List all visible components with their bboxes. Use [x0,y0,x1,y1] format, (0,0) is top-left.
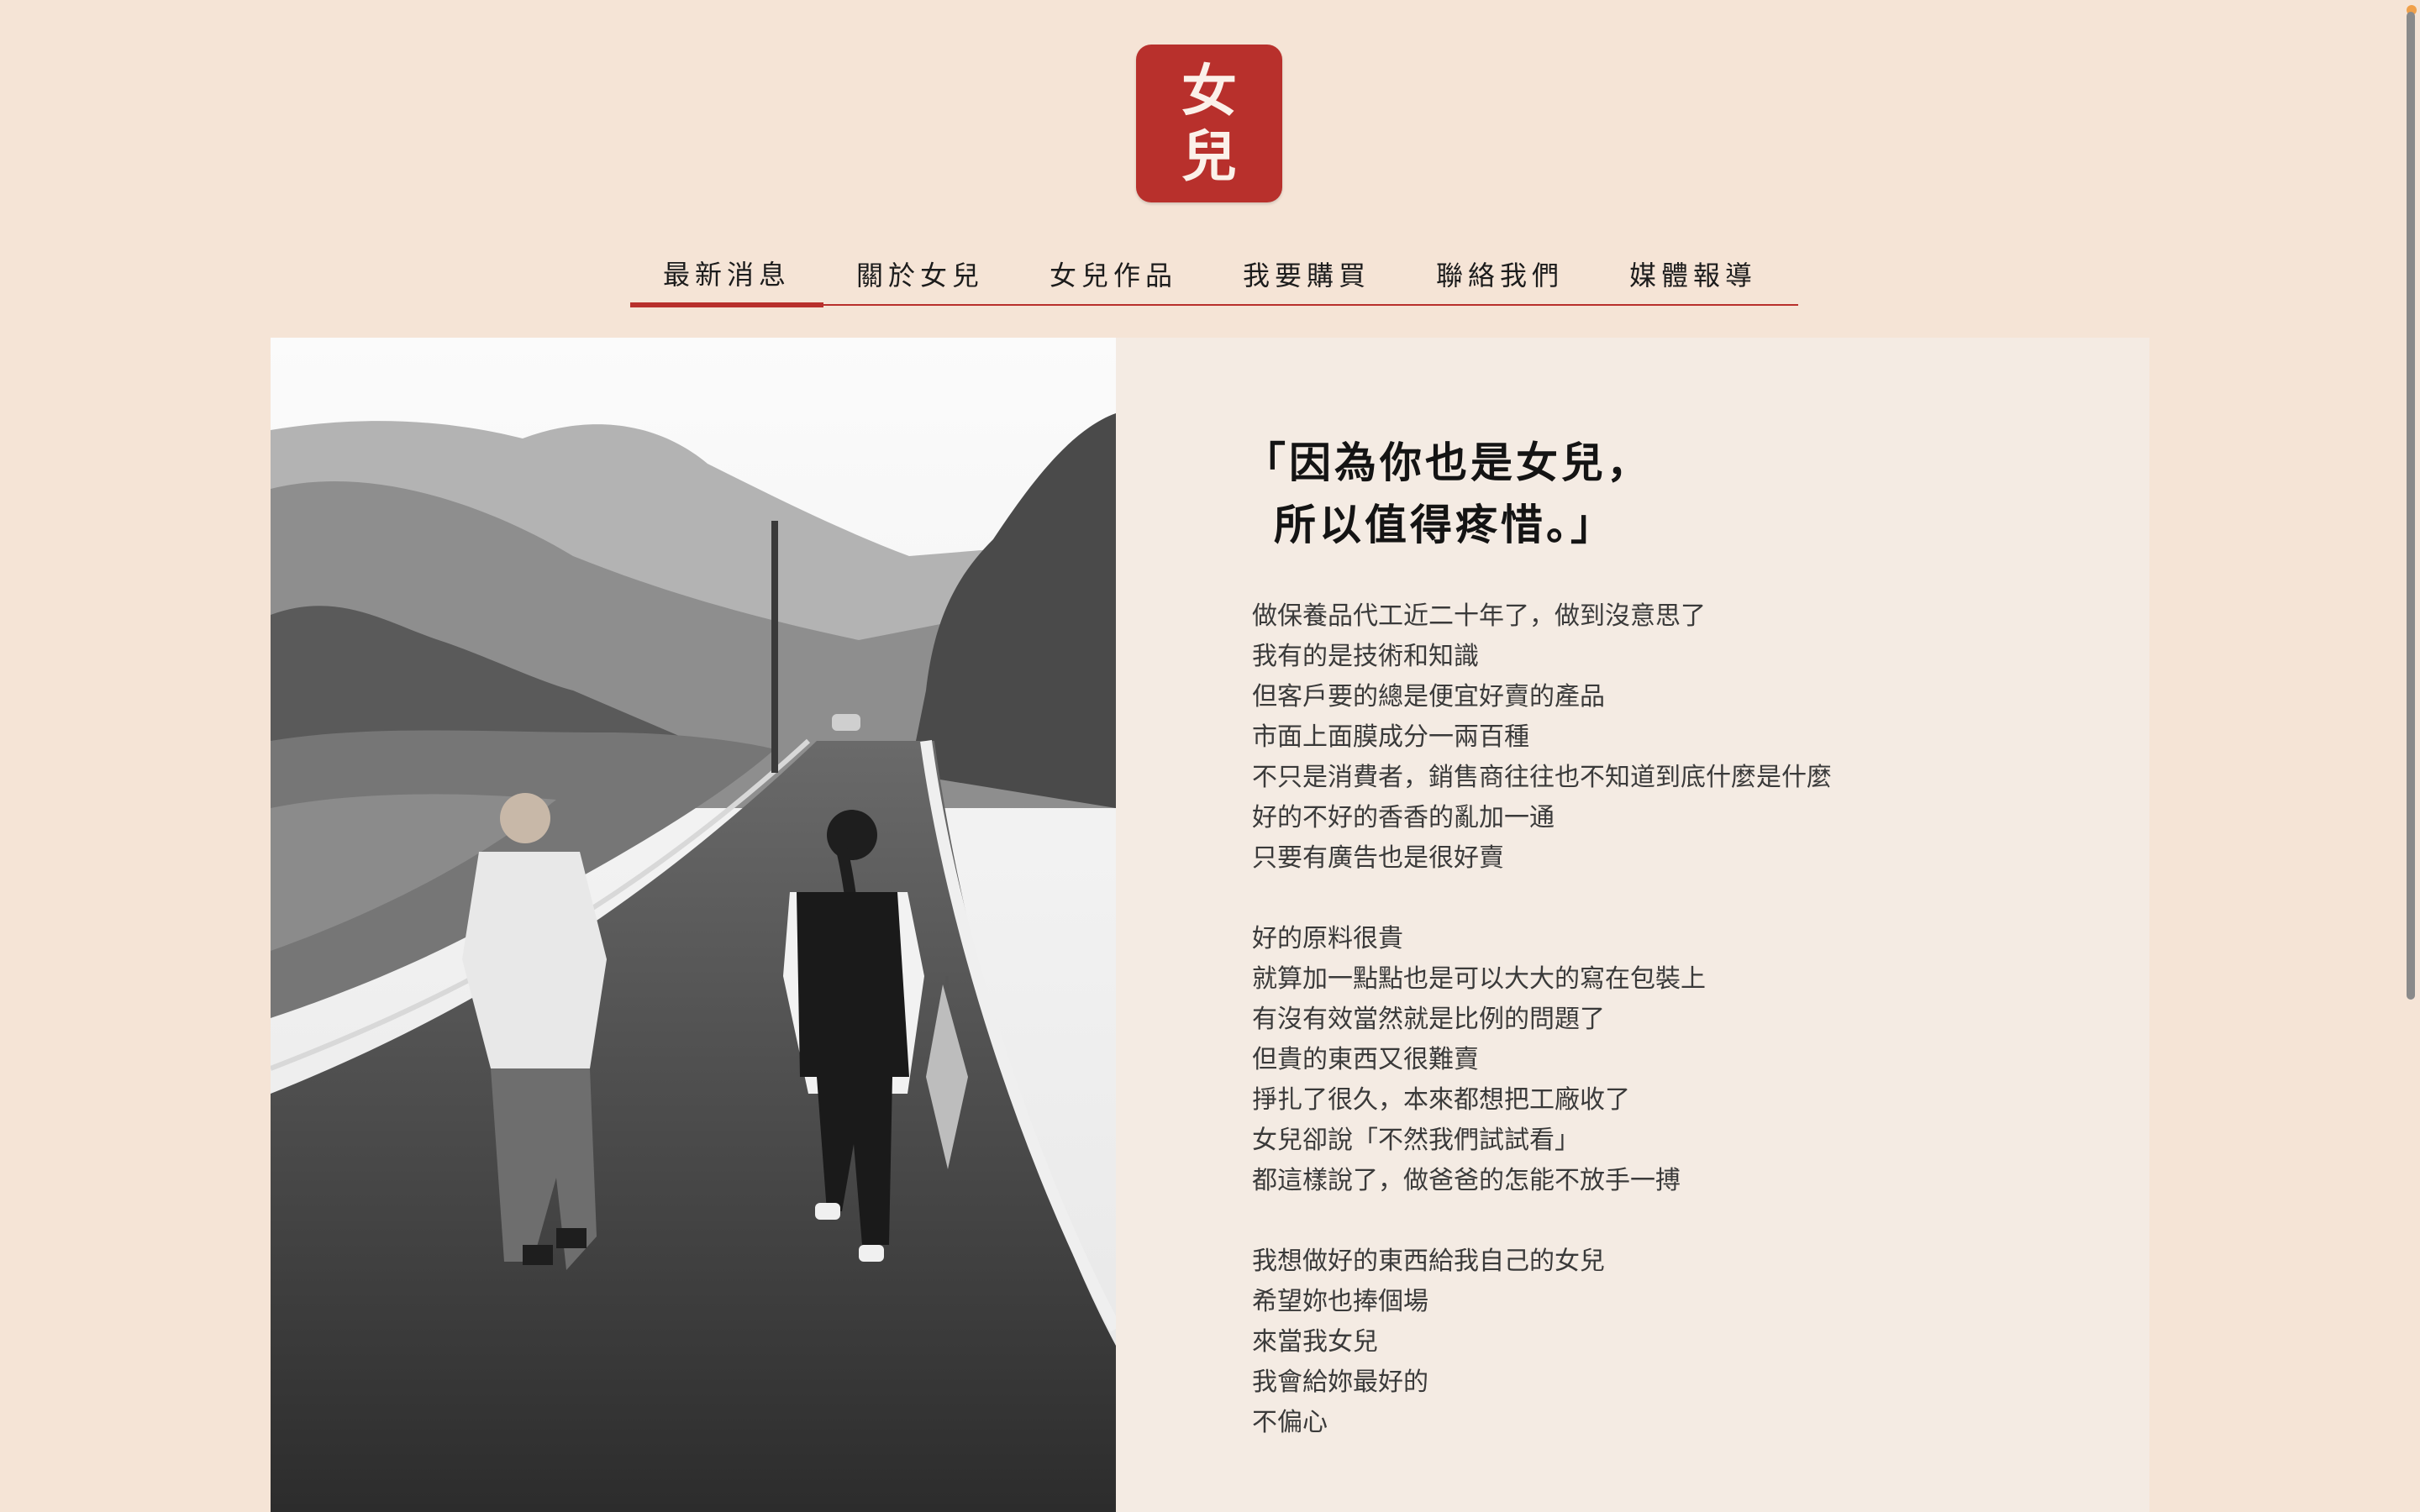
father-daughter-photo [271,338,1116,1512]
story-line: 好的原料很貴 [1252,924,1403,953]
story-line: 女兒卻說「不然我們試試看」 [1252,1126,1580,1155]
story-content: 「因為你也是女兒， 所以值得疼惜。」 做保養品代工近二十年了，做到沒意思了 我有… [1244,432,2000,1483]
nav-item-about[interactable]: 關於女兒 [823,244,1017,304]
page-scrollbar[interactable] [2402,0,2420,1512]
main-nav: 最新消息 關於女兒 女兒作品 我要購買 聯絡我們 媒體報導 [630,244,1798,307]
nav-item-media[interactable]: 媒體報導 [1597,244,1790,304]
story-line: 市面上面膜成分一兩百種 [1252,722,1529,752]
nav-item-buy[interactable]: 我要購買 [1210,244,1403,304]
story-line: 來當我女兒 [1252,1327,1378,1357]
story-line: 都這樣說了，做爸爸的怎能不放手一搏 [1252,1166,1681,1195]
story-line: 掙扎了很久，本來都想把工廠收了 [1252,1085,1630,1115]
story-card: 「因為你也是女兒， 所以值得疼惜。」 做保養品代工近二十年了，做到沒意思了 我有… [271,338,2149,1512]
heading-line-2: 所以值得疼惜。」 [1274,500,1616,549]
story-line: 但客戶要的總是便宜好賣的產品 [1252,682,1605,711]
story-line: 就算加一點點也是可以大大的寫在包裝上 [1252,964,1706,994]
page: 女 兒 最新消息 關於女兒 女兒作品 我要購買 聯絡我們 媒體報導 「因為你也是… [0,0,2420,1512]
story-line: 我有的是技術和知識 [1252,642,1479,671]
story-line: 希望妳也捧個場 [1252,1287,1428,1316]
story-heading: 「因為你也是女兒， 所以值得疼惜。」 [1244,432,2000,556]
story-line: 做保養品代工近二十年了，做到沒意思了 [1252,601,1706,631]
story-line: 不偏心 [1252,1408,1328,1437]
story-line: 我會給妳最好的 [1252,1368,1428,1397]
brand-logo[interactable]: 女 兒 [1136,45,1282,202]
story-paragraph-3: 我想做好的東西給我自己的女兒 希望妳也捧個場 來當我女兒 我會給妳最好的 不偏心 [1244,1242,2000,1443]
heading-line-1: 「因為你也是女兒， [1244,438,1652,487]
story-line: 有沒有效當然就是比例的問題了 [1252,1005,1605,1034]
story-line: 但貴的東西又很難賣 [1252,1045,1479,1074]
story-line: 不只是消費者，銷售商往往也不知道到底什麼是什麼 [1252,763,1832,792]
nav-item-news[interactable]: 最新消息 [630,244,823,307]
scrollbar-thumb[interactable] [2407,12,2415,1000]
story-line: 只要有廣告也是很好賣 [1252,843,1504,873]
story-line: 好的不好的香香的亂加一通 [1252,803,1555,832]
nav-item-contact[interactable]: 聯絡我們 [1403,244,1597,304]
story-paragraph-1: 做保養品代工近二十年了，做到沒意思了 我有的是技術和知識 但客戶要的總是便宜好賣… [1244,596,2000,879]
story-line: 我想做好的東西給我自己的女兒 [1252,1247,1605,1276]
nav-item-products[interactable]: 女兒作品 [1017,244,1210,304]
logo-char-1: 女 [1181,58,1237,123]
logo-char-2: 兒 [1181,123,1237,189]
story-paragraph-2: 好的原料很貴 就算加一點點也是可以大大的寫在包裝上 有沒有效當然就是比例的問題了… [1244,919,2000,1201]
